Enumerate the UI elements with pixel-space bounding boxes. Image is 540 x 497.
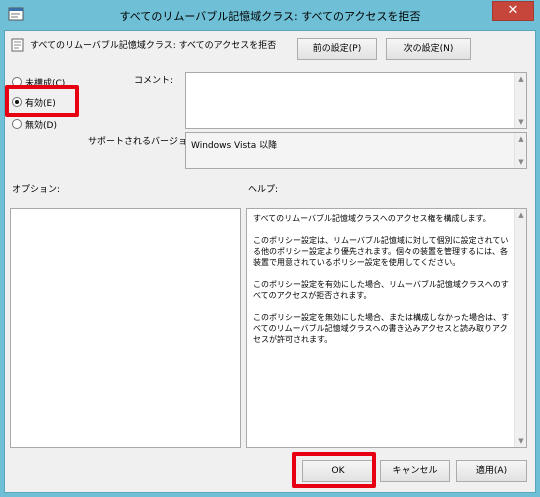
supported-on-field: Windows Vista 以降 ▲ ▼ <box>185 132 527 169</box>
policy-dialog-window: すべてのリムーバブル記憶域クラス: すべてのアクセスを拒否 ✕ すべてのリムーバ… <box>0 0 540 497</box>
supported-scrollbar[interactable]: ▲ ▼ <box>514 133 526 168</box>
scroll-down-icon[interactable]: ▼ <box>515 116 527 128</box>
previous-setting-button[interactable]: 前の設定(P) <box>297 38 377 60</box>
window-title: すべてのリムーバブル記憶域クラス: すべてのアクセスを拒否 <box>119 10 421 23</box>
help-paragraph: このポリシー設定は、リムーバブル記憶域に対して個別に設定されている他のポリシー設… <box>253 236 509 267</box>
policy-icon <box>11 38 24 52</box>
radio-button[interactable] <box>12 119 22 129</box>
scroll-up-icon[interactable]: ▲ <box>515 73 527 85</box>
supported-on-label: サポートされるバージョン: <box>88 137 199 147</box>
help-panel: すべてのリムーバブル記憶域クラスへのアクセス権を構成します。 このポリシー設定は… <box>246 208 527 448</box>
enabled-highlight-box <box>5 85 79 117</box>
cancel-button[interactable]: キャンセル <box>380 460 450 482</box>
radio-disabled[interactable]: 無効(D) <box>12 117 57 131</box>
help-paragraph: すべてのリムーバブル記憶域クラスへのアクセス権を構成します。 <box>253 214 491 223</box>
help-text: すべてのリムーバブル記憶域クラスへのアクセス権を構成します。 このポリシー設定は… <box>253 213 510 356</box>
close-button[interactable]: ✕ <box>492 1 534 21</box>
comment-textarea[interactable]: ▲ ▼ <box>185 72 527 129</box>
options-panel <box>10 208 241 448</box>
help-scrollbar[interactable]: ▲ ▼ <box>514 209 526 447</box>
help-paragraph: このポリシー設定を無効にした場合、または構成しなかった場合は、すべてのリムーバブ… <box>253 313 509 344</box>
title-bar[interactable]: すべてのリムーバブル記憶域クラス: すべてのアクセスを拒否 ✕ <box>0 0 540 30</box>
radio-label-disabled: 無効(D) <box>25 120 57 131</box>
apply-button[interactable]: 適用(A) <box>456 460 527 482</box>
help-label: ヘルプ: <box>248 185 279 195</box>
dialog-content: すべてのリムーバブル記憶域クラス: すべてのアクセスを拒否 前の設定(P) 次の… <box>4 30 536 493</box>
comment-scrollbar[interactable]: ▲ ▼ <box>514 73 526 128</box>
policy-name: すべてのリムーバブル記憶域クラス: すべてのアクセスを拒否 <box>30 41 277 51</box>
scroll-down-icon[interactable]: ▼ <box>515 435 527 447</box>
scroll-up-icon[interactable]: ▲ <box>515 133 527 145</box>
scroll-down-icon[interactable]: ▼ <box>515 156 527 168</box>
ok-highlight-box <box>292 452 376 488</box>
scroll-up-icon[interactable]: ▲ <box>515 209 527 221</box>
comment-label: コメント: <box>134 76 174 86</box>
supported-on-value: Windows Vista 以降 <box>191 141 278 151</box>
help-paragraph: このポリシー設定を有効にした場合、リムーバブル記憶域クラスへのすべてのアクセスが… <box>253 280 509 300</box>
options-label: オプション: <box>12 185 61 195</box>
next-setting-button[interactable]: 次の設定(N) <box>386 38 471 60</box>
